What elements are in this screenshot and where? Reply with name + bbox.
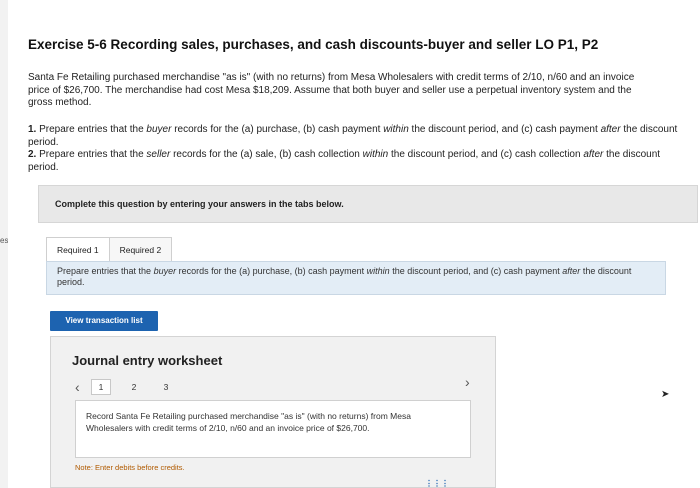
- tab-prompt: Prepare entries that the buyer records f…: [46, 261, 666, 295]
- tab-required-2[interactable]: Required 2: [109, 237, 173, 261]
- requirement-1: 1. Prepare entries that the buyer record…: [28, 124, 678, 148]
- worksheet-pager: ‹ 1 2 3: [75, 379, 189, 395]
- chevron-right-icon[interactable]: ›: [465, 374, 470, 390]
- page-3-button[interactable]: 3: [157, 380, 175, 394]
- mouse-cursor-icon: ➤: [661, 389, 670, 400]
- instruction-banner: Complete this question by entering your …: [38, 185, 698, 223]
- chevron-left-icon[interactable]: ‹: [75, 379, 91, 395]
- more-dots-icon[interactable]: ⋮⋮⋮: [425, 479, 449, 488]
- worksheet-title: Journal entry worksheet: [72, 353, 223, 368]
- question-panel: Exercise 5-6 Recording sales, purchases,…: [8, 0, 700, 488]
- worksheet-note: Note: Enter debits before credits.: [75, 463, 185, 472]
- left-edge-strip: es: [0, 0, 8, 488]
- exercise-title: Exercise 5-6 Recording sales, purchases,…: [28, 37, 599, 52]
- worksheet-description: Record Santa Fe Retailing purchased merc…: [75, 400, 471, 458]
- page-2-button[interactable]: 2: [125, 380, 143, 394]
- requirements: 1. Prepare entries that the buyer record…: [28, 124, 678, 174]
- instruction-text: Complete this question by entering your …: [55, 199, 344, 209]
- page-1-button[interactable]: 1: [91, 379, 111, 395]
- requirement-tabs: Required 1 Required 2: [46, 237, 173, 261]
- tab-required-1[interactable]: Required 1: [46, 237, 110, 261]
- journal-entry-worksheet: Journal entry worksheet ‹ 1 2 3 Record S…: [50, 336, 496, 488]
- requirement-2: 2. Prepare entries that the seller recor…: [28, 149, 661, 173]
- view-transaction-list-button[interactable]: View transaction list: [50, 311, 158, 331]
- exercise-intro: Santa Fe Retailing purchased merchandise…: [28, 72, 635, 108]
